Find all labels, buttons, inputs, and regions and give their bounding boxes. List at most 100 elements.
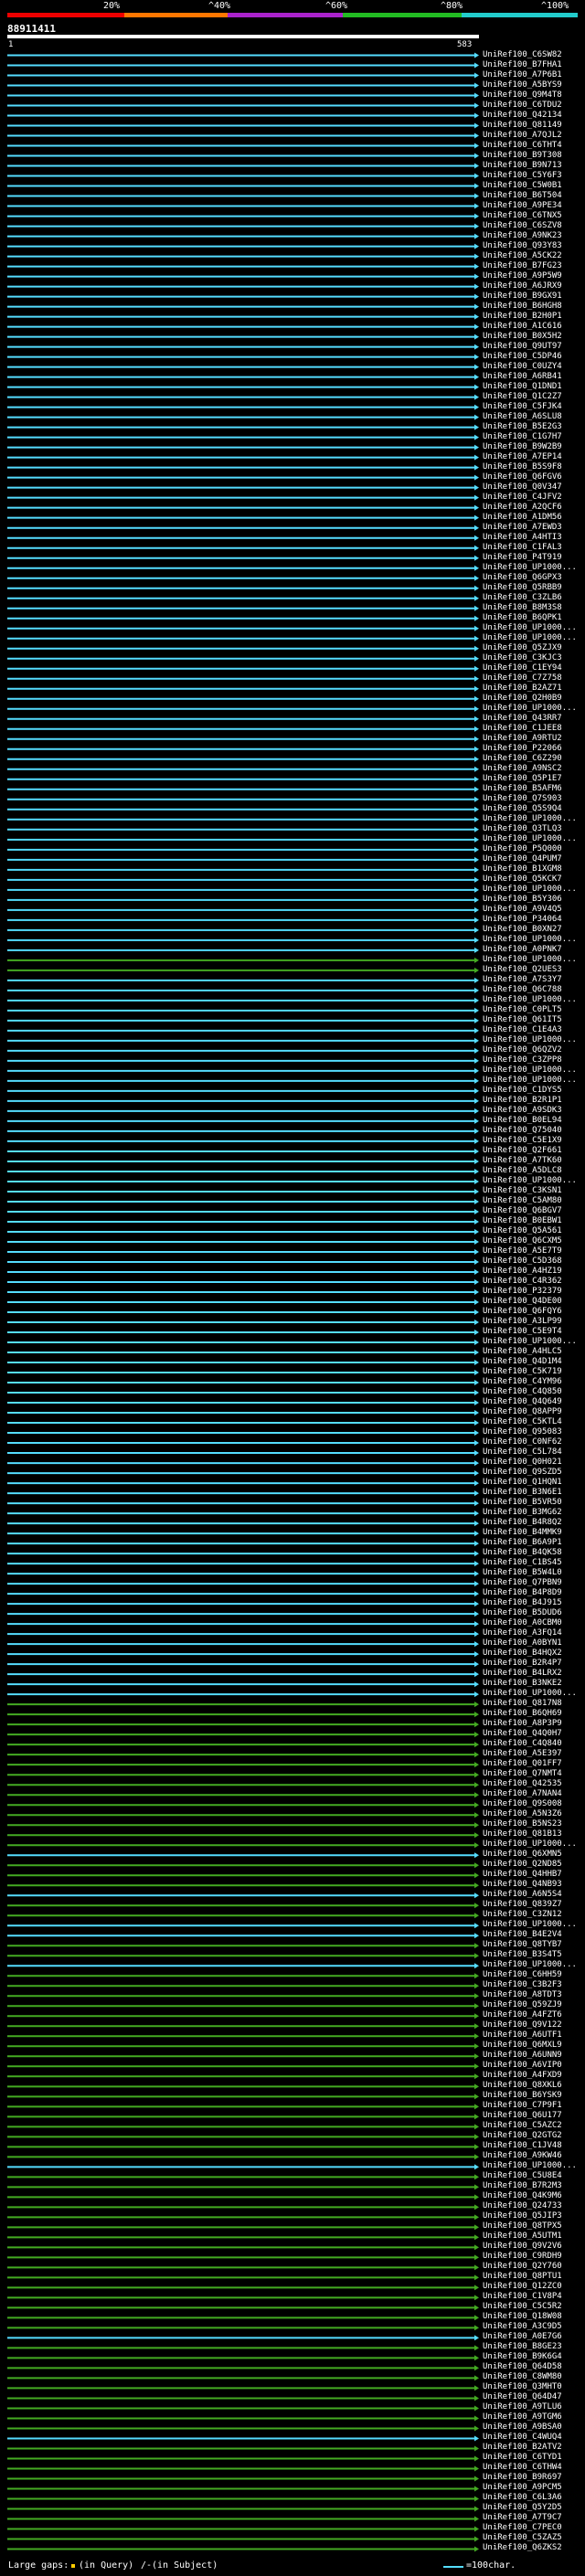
hit-label[interactable]: UniRef100_Q3MHT0 (483, 2383, 562, 2392)
hit-label[interactable]: UniRef100_B6QPK1 (483, 613, 562, 623)
hit-label[interactable]: UniRef100_B6A9P1 (483, 1538, 562, 1548)
hit-label[interactable]: UniRef100_Q7S903 (483, 794, 562, 804)
hit-label[interactable]: UniRef100_B2ATV2 (483, 2443, 562, 2453)
hit-label[interactable]: UniRef100_B6T504 (483, 191, 562, 201)
hit-label[interactable]: UniRef100_UP1000... (483, 563, 577, 573)
hit-label[interactable]: UniRef100_Q5S9Q4 (483, 804, 562, 814)
hit-label[interactable]: UniRef100_Q9S008 (483, 1799, 562, 1809)
hit-label[interactable]: UniRef100_Q5P1E7 (483, 774, 562, 784)
hit-label[interactable]: UniRef100_B9T308 (483, 151, 562, 161)
hit-label[interactable]: UniRef100_A9TGM6 (483, 2413, 562, 2422)
hit-label[interactable]: UniRef100_A5BYS9 (483, 80, 562, 90)
hit-label[interactable]: UniRef100_Q4K9M6 (483, 2191, 562, 2201)
hit-label[interactable]: UniRef100_C5DP46 (483, 352, 562, 362)
hit-label[interactable]: UniRef100_Q0H021 (483, 1458, 562, 1468)
hit-label[interactable]: UniRef100_C4R362 (483, 1277, 562, 1287)
hit-label[interactable]: UniRef100_C3ZLB6 (483, 593, 562, 603)
hit-label[interactable]: UniRef100_UP1000... (483, 633, 577, 643)
hit-label[interactable]: UniRef100_Q2ND85 (483, 1860, 562, 1870)
hit-label[interactable]: UniRef100_C8WM80 (483, 2373, 562, 2382)
hit-label[interactable]: UniRef100_Q01FF7 (483, 1759, 562, 1769)
hit-label[interactable]: UniRef100_B2R1P1 (483, 1096, 562, 1106)
hit-label[interactable]: UniRef100_Q8TPX5 (483, 2221, 562, 2231)
hit-label[interactable]: UniRef100_C6TNX5 (483, 211, 562, 221)
hit-label[interactable]: UniRef100_A7EWD3 (483, 523, 562, 533)
hit-label[interactable]: UniRef100_C3B2F3 (483, 1980, 562, 1990)
hit-label[interactable]: UniRef100_C7PEC0 (483, 2524, 562, 2533)
hit-label[interactable]: UniRef100_Q93Y83 (483, 241, 562, 251)
hit-label[interactable]: UniRef100_Q5JIP3 (483, 2211, 562, 2221)
hit-label[interactable]: UniRef100_B1XGM8 (483, 864, 562, 875)
hit-label[interactable]: UniRef100_Q8XKL6 (483, 2081, 562, 2091)
hit-label[interactable]: UniRef100_UP1000... (483, 1960, 577, 1970)
hit-label[interactable]: UniRef100_Q4DE00 (483, 1297, 562, 1307)
hit-label[interactable]: UniRef100_C0PLT5 (483, 1005, 562, 1015)
hit-label[interactable]: UniRef100_C5D368 (483, 1256, 562, 1267)
hit-label[interactable]: UniRef100_P5Q000 (483, 844, 562, 854)
hit-label[interactable]: UniRef100_P32379 (483, 1287, 562, 1297)
hit-label[interactable]: UniRef100_A3FQ14 (483, 1628, 562, 1638)
hit-label[interactable]: UniRef100_Q4Q649 (483, 1397, 562, 1407)
hit-label[interactable]: UniRef100_B4R8Q2 (483, 1518, 562, 1528)
hit-label[interactable]: UniRef100_Q9UT97 (483, 342, 562, 352)
hit-label[interactable]: UniRef100_Q5Y2D5 (483, 2504, 562, 2513)
hit-label[interactable]: UniRef100_C6SW82 (483, 50, 562, 60)
hit-label[interactable]: UniRef100_C5E9T4 (483, 1327, 562, 1337)
hit-label[interactable]: UniRef100_C6HH59 (483, 1970, 562, 1980)
hit-label[interactable]: UniRef100_P34064 (483, 915, 562, 925)
hit-label[interactable]: UniRef100_Q95083 (483, 1427, 562, 1437)
hit-label[interactable]: UniRef100_A6VIP0 (483, 2061, 562, 2071)
hit-label[interactable]: UniRef100_Q6U177 (483, 2111, 562, 2121)
hit-label[interactable]: UniRef100_Q81149 (483, 121, 562, 131)
hit-label[interactable]: UniRef100_B7FHA1 (483, 60, 562, 70)
hit-label[interactable]: UniRef100_Q81B13 (483, 1829, 562, 1839)
hit-label[interactable]: UniRef100_C4JFV2 (483, 493, 562, 503)
hit-label[interactable]: UniRef100_Q2UES3 (483, 965, 562, 975)
hit-label[interactable]: UniRef100_A5N3Z6 (483, 1809, 562, 1819)
hit-label[interactable]: UniRef100_Q6MXL9 (483, 2041, 562, 2051)
hit-label[interactable]: UniRef100_A7S3Y7 (483, 975, 562, 985)
hit-label[interactable]: UniRef100_B5VR50 (483, 1498, 562, 1508)
hit-label[interactable]: UniRef100_A9RTU2 (483, 734, 562, 744)
hit-label[interactable]: UniRef100_Q1C2Z7 (483, 392, 562, 402)
hit-label[interactable]: UniRef100_Q6BGV7 (483, 1206, 562, 1216)
hit-label[interactable]: UniRef100_C5K719 (483, 1367, 562, 1377)
hit-label[interactable]: UniRef100_B4HQX2 (483, 1648, 562, 1659)
hit-label[interactable]: UniRef100_A9PCM5 (483, 2484, 562, 2493)
hit-label[interactable]: UniRef100_B2AZ71 (483, 684, 562, 694)
hit-label[interactable]: UniRef100_B6YSK9 (483, 2091, 562, 2101)
hit-label[interactable]: UniRef100_Q42134 (483, 111, 562, 121)
hit-label[interactable]: UniRef100_C5U8E4 (483, 2171, 562, 2181)
hit-label[interactable]: UniRef100_UP1000... (483, 1920, 577, 1930)
hit-label[interactable]: UniRef100_C5Y6F3 (483, 171, 562, 181)
hit-label[interactable]: UniRef100_UP1000... (483, 1065, 577, 1076)
hit-label[interactable]: UniRef100_B0X5H2 (483, 332, 562, 342)
hit-label[interactable]: UniRef100_Q9V2V6 (483, 2242, 562, 2252)
hit-label[interactable]: UniRef100_A6N5S4 (483, 1890, 562, 1900)
hit-label[interactable]: UniRef100_Q42535 (483, 1779, 562, 1789)
hit-label[interactable]: UniRef100_UP1000... (483, 935, 577, 945)
hit-label[interactable]: UniRef100_A4FXD9 (483, 2071, 562, 2081)
hit-label[interactable]: UniRef100_A5UTM1 (483, 2231, 562, 2242)
hit-label[interactable]: UniRef100_B3NKE2 (483, 1679, 562, 1689)
hit-label[interactable]: UniRef100_Q6GPX3 (483, 573, 562, 583)
hit-label[interactable]: UniRef100_Q59ZJ9 (483, 2000, 562, 2010)
hit-label[interactable]: UniRef100_A9NSC2 (483, 764, 562, 774)
hit-label[interactable]: UniRef100_UP1000... (483, 1689, 577, 1699)
hit-label[interactable]: UniRef100_C0NF62 (483, 1437, 562, 1447)
hit-label[interactable]: UniRef100_B9K6G4 (483, 2353, 562, 2362)
hit-label[interactable]: UniRef100_Q43RR7 (483, 714, 562, 724)
hit-label[interactable]: UniRef100_B0EBW1 (483, 1216, 562, 1226)
hit-label[interactable]: UniRef100_C5KTL4 (483, 1417, 562, 1427)
hit-label[interactable]: UniRef100_Q18W08 (483, 2312, 562, 2322)
hit-label[interactable]: UniRef100_Q7NMT4 (483, 1769, 562, 1779)
hit-label[interactable]: UniRef100_Q2F661 (483, 1146, 562, 1156)
hit-label[interactable]: UniRef100_C6SZV8 (483, 221, 562, 231)
hit-label[interactable]: UniRef100_UP1000... (483, 834, 577, 844)
hit-label[interactable]: UniRef100_P4T919 (483, 553, 562, 563)
hit-label[interactable]: UniRef100_UP1000... (483, 2161, 577, 2171)
hit-label[interactable]: UniRef100_C5E1X9 (483, 1136, 562, 1146)
hit-label[interactable]: UniRef100_A9PE34 (483, 201, 562, 211)
hit-label[interactable]: UniRef100_A0BYN1 (483, 1638, 562, 1648)
hit-label[interactable]: UniRef100_A5CK22 (483, 251, 562, 261)
